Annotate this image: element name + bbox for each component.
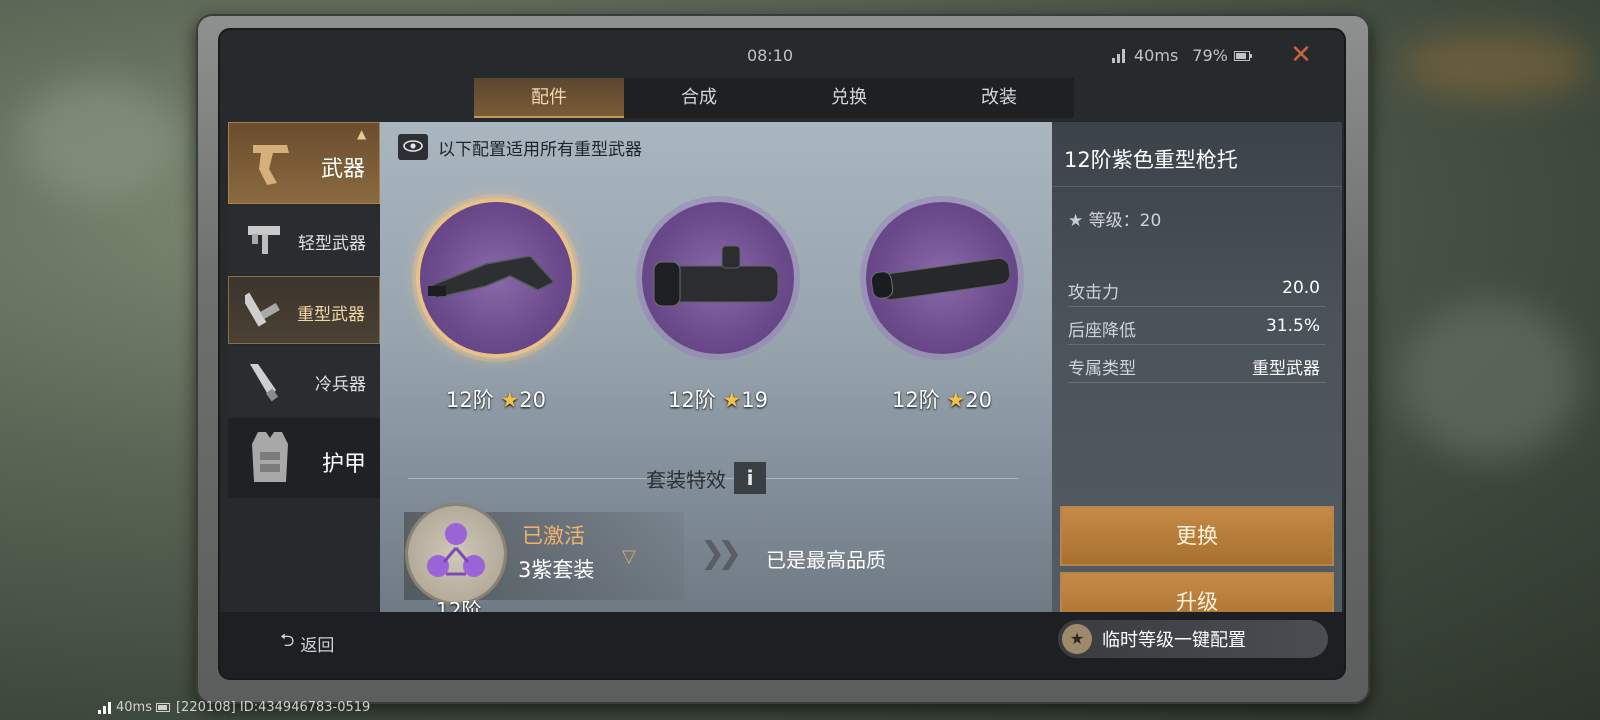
signal-icon: [98, 701, 111, 714]
detail-title: 12阶紫色重型枪托: [1064, 148, 1238, 172]
inventory-screen: 08:10 40ms 79% ✕ 配件 合成 兑换 改装 ▲ 武器 轻型武器 重…: [220, 30, 1344, 678]
level-row: ★ 等级：20: [1068, 206, 1161, 231]
quick-config-label: 临时等级一键配置: [1102, 630, 1246, 651]
stat-key: 攻击力: [1068, 283, 1119, 303]
star-icon: ★: [500, 388, 520, 412]
attachment-tier-label: 12阶 ★20: [416, 384, 576, 414]
tab-bar: 配件 合成 兑换 改装: [474, 78, 1074, 118]
tab-synthesis[interactable]: 合成: [624, 78, 774, 118]
battery-icon: [155, 703, 170, 712]
stars-value: 20: [519, 388, 546, 412]
set-badge: [408, 506, 504, 602]
back-button[interactable]: ⮌ 返回: [280, 628, 334, 658]
background-blur: [1400, 300, 1580, 460]
sidebar-item-label: 武器: [320, 157, 365, 182]
attachment-slot-stock[interactable]: [420, 202, 572, 354]
tier-text: 12阶: [446, 388, 494, 412]
tab-attachments[interactable]: 配件: [474, 78, 624, 118]
replace-button[interactable]: 更换: [1060, 506, 1334, 566]
double-arrow-icon: ❯❯: [700, 536, 742, 571]
vest-icon: [252, 432, 288, 482]
stat-key: 专属类型: [1068, 359, 1136, 379]
info-icon[interactable]: i: [734, 462, 766, 494]
notice-text: 以下配置适用所有重型武器: [438, 139, 642, 160]
sidebar-item-armor[interactable]: 护甲: [228, 418, 380, 498]
launcher-icon: [245, 292, 280, 327]
tab-modify[interactable]: 改装: [924, 78, 1074, 118]
sidebar-item-light-weapons[interactable]: 轻型武器: [228, 206, 380, 274]
quick-config-button[interactable]: ★ 临时等级一键配置: [1058, 620, 1328, 658]
sidebar-item-label: 轻型武器: [298, 234, 366, 254]
battery-icon: [1233, 50, 1252, 61]
category-sidebar: ▲ 武器 轻型武器 重型武器 冷兵器 护甲: [228, 122, 380, 502]
collapse-arrow-icon: ▲: [357, 127, 367, 141]
set-name: 3紫套装: [518, 558, 595, 582]
signal-icon: [1112, 48, 1125, 63]
sidebar-item-melee[interactable]: 冷兵器: [228, 346, 380, 416]
star-icon: ★: [722, 388, 742, 412]
bottom-bar: ⮌ 返回 ★ 临时等级一键配置: [220, 612, 1344, 678]
smg-icon: [248, 226, 280, 254]
divider: [1052, 186, 1342, 187]
scope-icon: [653, 245, 779, 307]
stars-value: 20: [965, 388, 992, 412]
stat-key: 后座降低: [1068, 321, 1136, 341]
sidebar-item-label: 重型武器: [297, 305, 365, 325]
eye-icon[interactable]: [398, 134, 428, 160]
stat-row-type: 专属类型 重型武器: [1068, 346, 1326, 383]
set-effect-title: 套装特效: [646, 467, 726, 492]
sidebar-item-heavy-weapons[interactable]: 重型武器: [228, 276, 380, 344]
set-effect-card[interactable]: 已激活 3紫套装 ▽: [404, 506, 684, 602]
battery-text: 79%: [1192, 46, 1228, 65]
stat-value: 重型武器: [1252, 359, 1320, 379]
back-arrow-icon: ⮌: [280, 630, 295, 651]
set-status: 已激活: [522, 524, 585, 548]
background-blur: [1400, 30, 1590, 100]
stat-value: 31.5%: [1265, 316, 1320, 336]
triad-icon: [427, 523, 485, 577]
chevron-down-icon[interactable]: ▽: [622, 546, 636, 567]
stars-value: 19: [741, 388, 768, 412]
tab-exchange[interactable]: 兑换: [774, 78, 924, 118]
attachments-panel: 以下配置适用所有重型武器 12阶 ★20 12阶 ★19 12阶 ★20 套装特…: [380, 122, 1052, 622]
stat-value: 20.0: [1282, 278, 1320, 298]
stat-row-recoil: 后座降低 31.5%: [1068, 308, 1326, 345]
footer-ping: 40ms: [116, 700, 152, 715]
stock-icon: [428, 255, 556, 299]
attachment-tier-label: 12阶 ★20: [862, 384, 1022, 414]
connection-status: 40ms 79%: [1112, 46, 1252, 65]
notice-row: 以下配置适用所有重型武器: [398, 134, 642, 160]
attachment-slot-barrel[interactable]: [866, 202, 1018, 354]
status-bar: 08:10 40ms 79% ✕: [220, 30, 1344, 74]
close-button[interactable]: ✕: [1288, 42, 1314, 68]
footer-info: 40ms [220108] ID:434946783-0519: [98, 700, 370, 715]
star-badge-icon: ★: [1062, 624, 1092, 654]
barrel-icon: [870, 257, 1011, 301]
star-icon: ★: [1068, 211, 1084, 231]
ping-text: 40ms: [1134, 46, 1179, 65]
sidebar-item-label: 护甲: [321, 452, 366, 477]
pistol-icon: [253, 145, 289, 185]
knife-icon: [250, 364, 279, 402]
max-quality-text: 已是最高品质: [766, 548, 886, 572]
back-label: 返回: [300, 635, 335, 656]
set-effect-header: 套装特效 i: [646, 462, 766, 494]
sidebar-item-weapons[interactable]: ▲ 武器: [228, 122, 380, 204]
footer-id: [220108] ID:434946783-0519: [175, 700, 371, 715]
sidebar-item-label: 冷兵器: [315, 375, 366, 395]
tier-text: 12阶: [892, 388, 940, 412]
attachment-tier-label: 12阶 ★19: [638, 384, 798, 414]
attachment-slot-scope[interactable]: [642, 202, 794, 354]
star-icon: ★: [946, 388, 966, 412]
tier-text: 12阶: [668, 388, 716, 412]
stat-row-attack: 攻击力 20.0: [1068, 270, 1326, 307]
level-text: 等级：20: [1088, 211, 1162, 231]
background-blur: [20, 80, 180, 200]
close-icon: ✕: [1290, 40, 1312, 70]
